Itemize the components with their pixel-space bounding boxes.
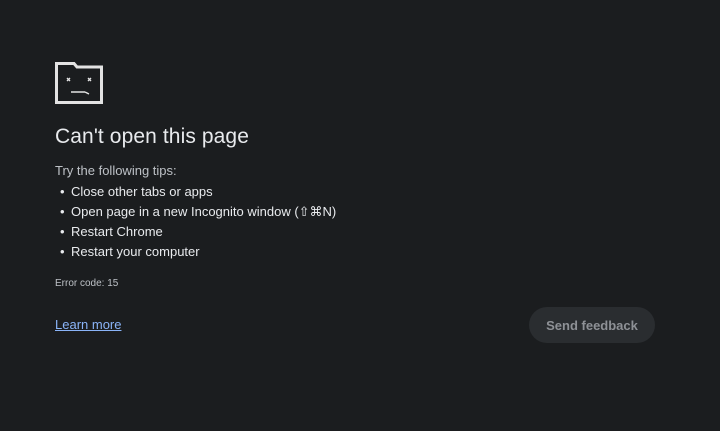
learn-more-link[interactable]: Learn more	[55, 317, 121, 332]
action-row: Learn more Send feedback	[55, 307, 655, 343]
list-item: • Restart Chrome	[55, 222, 655, 242]
tip-text: Restart Chrome	[71, 224, 163, 239]
bullet-icon: •	[60, 244, 65, 259]
list-item: • Restart your computer	[55, 242, 655, 262]
bullet-icon: •	[60, 204, 65, 219]
tip-text: Open page in a new Incognito window (⇧⌘N…	[71, 204, 337, 219]
tips-list: • Close other tabs or apps • Open page in …	[55, 182, 655, 262]
sad-folder-icon	[55, 62, 103, 104]
tip-text: Restart your computer	[71, 244, 200, 259]
error-page: Can't open this page Try the following t…	[55, 62, 655, 343]
list-item: • Open page in a new Incognito window (⇧⌘…	[55, 202, 655, 222]
list-item: • Close other tabs or apps	[55, 182, 655, 202]
tips-heading: Try the following tips:	[55, 163, 177, 178]
page-title: Can't open this page	[55, 125, 249, 148]
send-feedback-button[interactable]: Send feedback	[529, 307, 655, 343]
bullet-icon: •	[60, 224, 65, 239]
error-code: Error code: 15	[55, 278, 119, 289]
tip-text: Close other tabs or apps	[71, 184, 213, 199]
bullet-icon: •	[60, 184, 65, 199]
